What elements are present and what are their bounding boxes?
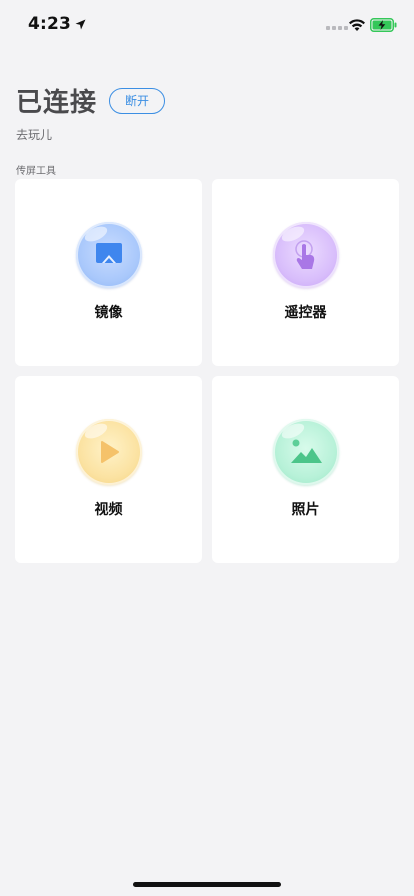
tools-grid: 镜像 遥控器 视频 照片 — [15, 179, 399, 563]
remote-control-tile[interactable]: 遥控器 — [212, 179, 399, 366]
disconnect-button[interactable]: 断开 — [109, 87, 166, 114]
cellular-signal-icon — [326, 26, 348, 30]
location-arrow-icon — [75, 19, 86, 30]
screen-mirror-icon — [75, 222, 142, 288]
tile-label: 视频 — [94, 502, 123, 518]
tile-label: 遥控器 — [284, 305, 327, 321]
battery-charging-icon — [370, 17, 397, 36]
photo-tile[interactable]: 照片 — [212, 376, 399, 563]
photo-icon — [272, 419, 339, 485]
tile-label: 镜像 — [94, 305, 123, 321]
home-indicator[interactable] — [133, 882, 281, 887]
video-play-icon — [75, 419, 142, 485]
status-time: 4:23 — [28, 14, 86, 34]
mirror-tile[interactable]: 镜像 — [15, 179, 202, 366]
video-tile[interactable]: 视频 — [15, 376, 202, 563]
remote-control-touch-icon — [272, 222, 339, 288]
section-label: 传屏工具 — [16, 166, 56, 177]
device-name: 去玩儿 — [16, 128, 53, 142]
status-bar: 4:23 — [0, 0, 414, 48]
wifi-icon — [348, 17, 366, 36]
page-title: 已连接 — [16, 88, 98, 118]
tile-label: 照片 — [291, 502, 320, 518]
time-text: 4:23 — [28, 14, 72, 34]
connection-header: 已连接 断开 — [16, 82, 166, 119]
